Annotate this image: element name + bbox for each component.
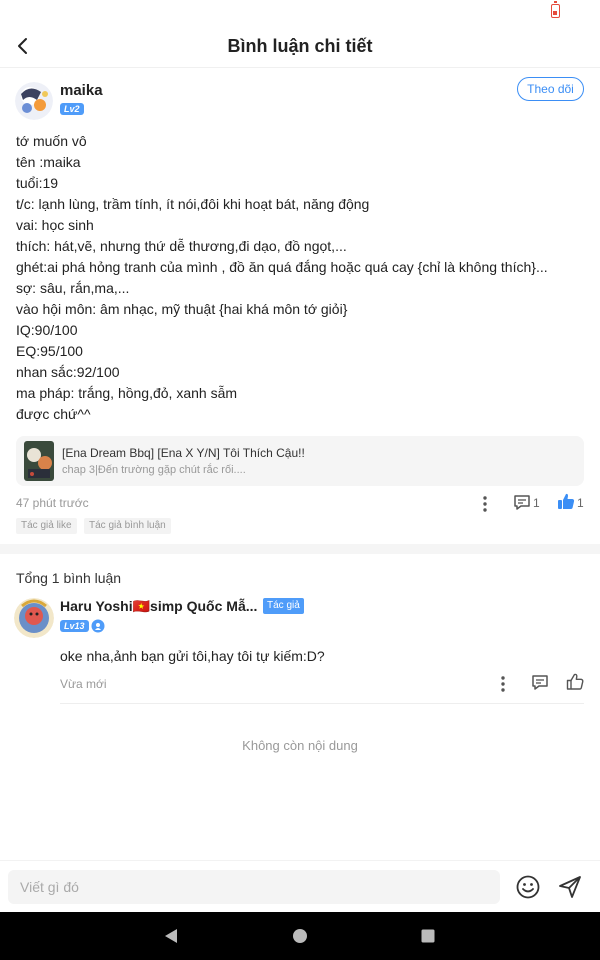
reply-icon[interactable]	[530, 673, 550, 693]
avatar[interactable]	[15, 82, 53, 120]
section-divider	[0, 544, 600, 554]
battery-icon	[551, 1, 560, 18]
nav-home-icon[interactable]	[292, 928, 308, 944]
post-line: EQ:95/100	[16, 343, 83, 359]
post-body: tớ muốn vô tên :maika tuổi:19 t/c: lạnh …	[16, 131, 586, 425]
like-count: 1	[577, 496, 584, 510]
post-line: thích: hát,vẽ, nhưng thứ dễ thương,đi dạ…	[16, 238, 347, 254]
tag-author-commented: Tác giả bình luận	[84, 518, 171, 534]
comment-like-icon[interactable]	[565, 672, 585, 692]
level-badge: Lv2	[60, 103, 84, 115]
more-icon[interactable]	[476, 494, 494, 514]
comment-count: 1	[533, 496, 540, 510]
send-icon[interactable]	[557, 874, 583, 900]
post-line: sợ: sâu, rắn,ma,...	[16, 280, 130, 296]
comment-input[interactable]	[8, 870, 500, 904]
author-name[interactable]: maika	[60, 82, 103, 99]
post-line: tên :maika	[16, 154, 81, 170]
post-line: nhan sắc:92/100	[16, 364, 120, 380]
end-of-content: Không còn nội dung	[242, 738, 358, 753]
linked-story-subtitle: chap 3|Đến trường gặp chút rắc rối....	[62, 464, 246, 476]
story-cover-thumbnail	[24, 441, 54, 481]
post-line: được chứ^^	[16, 406, 91, 422]
header: Bình luận chi tiết	[0, 24, 600, 68]
emoji-icon[interactable]	[515, 874, 541, 900]
commenter-level-badge: Lv13	[60, 620, 89, 632]
nav-back-icon[interactable]	[163, 928, 179, 944]
post-line: tớ muốn vô	[16, 133, 87, 149]
commenter-name[interactable]: Haru Yoshi🇻🇳simp Quốc Mẫ...	[60, 598, 257, 615]
post-line: ma pháp: trắng, hồng,đỏ, xanh sẫm	[16, 385, 238, 401]
post-line: vai: học sinh	[16, 217, 94, 233]
post-line: IQ:90/100	[16, 322, 78, 338]
comment-text: oke nha,ảnh bạn gửi tôi,hay tôi tự kiếm:…	[60, 648, 325, 664]
comment-icon[interactable]	[512, 493, 532, 513]
commenter-avatar[interactable]	[14, 598, 54, 638]
post-line: tuổi:19	[16, 175, 59, 191]
comment-composer	[0, 860, 600, 912]
post-line: t/c: lạnh lùng, trầm tính, ít nói,đôi kh…	[16, 196, 370, 212]
author-tag: Tác giả	[263, 598, 304, 614]
page-title: Bình luận chi tiết	[227, 36, 373, 56]
follow-button[interactable]: Theo dõi	[517, 77, 584, 101]
comment-timestamp: Vừa mới	[60, 677, 107, 691]
nav-recents-icon[interactable]	[420, 928, 436, 944]
thumbs-up-icon[interactable]	[556, 492, 576, 512]
post-line: vào hội môn: âm nhạc, mỹ thuật {hai khá …	[16, 301, 348, 317]
total-comments: Tổng 1 bình luận	[16, 570, 122, 586]
linked-story-title: [Ena Dream Bbq] [Ena X Y/N] Tôi Thích Cậ…	[62, 446, 305, 460]
system-navigation-bar	[0, 912, 600, 960]
verified-icon	[91, 619, 105, 633]
status-bar	[0, 0, 600, 24]
tag-author-liked: Tác giả like	[16, 518, 77, 534]
post-line: ghét:ai phá hỏng tranh của mình , đồ ăn …	[16, 259, 548, 275]
comment-divider	[60, 703, 584, 704]
comment-more-icon[interactable]	[494, 674, 512, 694]
post-timestamp: 47 phút trước	[16, 496, 89, 510]
linked-story-card[interactable]: [Ena Dream Bbq] [Ena X Y/N] Tôi Thích Cậ…	[16, 436, 584, 486]
